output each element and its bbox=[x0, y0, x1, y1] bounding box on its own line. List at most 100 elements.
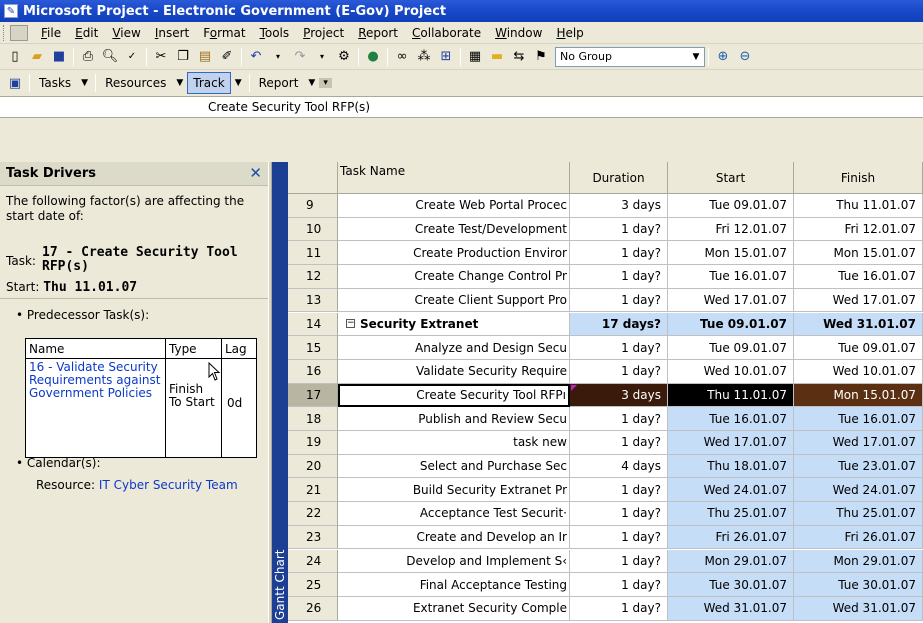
start-cell[interactable]: Wed 10.01.07 bbox=[668, 359, 794, 384]
row-id-cell[interactable]: 14 bbox=[288, 312, 338, 337]
collapse-icon[interactable]: − bbox=[346, 319, 355, 329]
menu-edit[interactable]: Edit bbox=[68, 22, 105, 44]
copy-icon[interactable]: ❐ bbox=[173, 47, 193, 67]
copy-picture-icon[interactable]: ⚑ bbox=[531, 47, 551, 67]
duration-cell[interactable]: 1 day? bbox=[570, 336, 668, 360]
zoom-in-icon[interactable]: ⊕ bbox=[713, 47, 733, 67]
chevron-down-icon[interactable]: ▼ bbox=[304, 78, 319, 88]
menu-file[interactable]: File bbox=[34, 22, 68, 44]
guide-report-button[interactable]: Report bbox=[253, 72, 305, 94]
table-row[interactable]: 13 Create Client Support Pro 1 day? Wed 17.… bbox=[288, 288, 923, 313]
col-start[interactable]: Start bbox=[668, 162, 794, 194]
print-preview-icon[interactable]: 🔍︎ bbox=[100, 47, 120, 67]
assign-resources-icon[interactable]: ● bbox=[363, 47, 383, 67]
row-id-cell[interactable]: 10 bbox=[288, 217, 338, 242]
table-row[interactable]: 17 Create Security Tool RFPı 3 days Thu 11.… bbox=[288, 383, 923, 408]
duration-cell[interactable]: 1 day? bbox=[570, 573, 668, 597]
finish-cell[interactable]: Mon 15.01.07 bbox=[794, 383, 923, 408]
chevron-down-icon[interactable]: ▼ bbox=[77, 78, 92, 88]
finish-cell[interactable]: Tue 09.01.07 bbox=[794, 336, 923, 360]
table-row[interactable]: 15 Analyze and Design Secu 1 day? Tue 09.01… bbox=[288, 336, 923, 360]
table-row[interactable]: 19 task new 1 day? Wed 17.01.07 Wed 17.01.07 bbox=[288, 431, 923, 455]
duration-cell[interactable]: 1 day? bbox=[570, 288, 668, 313]
save-icon[interactable]: ■ bbox=[49, 47, 69, 67]
insert-hyperlink-icon[interactable]: ⚙ bbox=[334, 47, 354, 67]
table-row[interactable]: 10 Create Test/Development 1 day? Fri 12.01… bbox=[288, 217, 923, 242]
paste-icon[interactable]: ▤ bbox=[195, 47, 215, 67]
duration-cell[interactable]: 1 day? bbox=[570, 407, 668, 431]
duration-cell[interactable]: 3 days bbox=[570, 194, 668, 218]
table-row[interactable]: 24 Develop and Implement S‹ 1 day? Mon 29.0… bbox=[288, 549, 923, 574]
table-row[interactable]: 16 Validate Security Require 1 day? Wed 10.… bbox=[288, 359, 923, 384]
start-cell[interactable]: Wed 24.01.07 bbox=[668, 478, 794, 503]
undo-icon[interactable]: ↶ bbox=[246, 47, 266, 67]
task-name-cell[interactable]: − Security Extranet bbox=[338, 312, 570, 337]
task-name-cell[interactable]: Create Web Portal Procec bbox=[338, 194, 570, 218]
split-task-icon[interactable]: ⊞ bbox=[436, 47, 456, 67]
project-guide-icon[interactable]: ▣ bbox=[5, 73, 25, 93]
start-cell[interactable]: Thu 25.01.07 bbox=[668, 502, 794, 526]
start-cell[interactable]: Tue 16.01.07 bbox=[668, 407, 794, 431]
finish-cell[interactable]: Tue 30.01.07 bbox=[794, 573, 923, 597]
guide-tasks-button[interactable]: Tasks bbox=[33, 72, 77, 94]
col-task-name[interactable]: Task Name bbox=[338, 162, 570, 194]
finish-cell[interactable]: Wed 31.01.07 bbox=[794, 312, 923, 337]
duration-cell[interactable]: 4 days bbox=[570, 454, 668, 479]
finish-cell[interactable]: Wed 31.01.07 bbox=[794, 596, 923, 621]
start-cell[interactable]: Fri 12.01.07 bbox=[668, 217, 794, 242]
unlink-tasks-icon[interactable]: ⁂ bbox=[414, 47, 434, 67]
finish-cell[interactable]: Tue 16.01.07 bbox=[794, 265, 923, 289]
task-name-cell[interactable]: Create Test/Development bbox=[338, 217, 570, 242]
duration-cell[interactable]: 1 day? bbox=[570, 596, 668, 621]
row-id-cell[interactable]: 11 bbox=[288, 241, 338, 266]
duration-cell[interactable]: 1 day? bbox=[570, 241, 668, 266]
link-tasks-icon[interactable]: ∞ bbox=[392, 47, 412, 67]
row-id-cell[interactable]: 9 bbox=[288, 194, 338, 218]
resource-link[interactable]: IT Cyber Security Team bbox=[99, 478, 238, 492]
table-row[interactable]: 11 Create Production Enviror 1 day? Mon 15.… bbox=[288, 241, 923, 266]
table-row[interactable]: 18 Publish and Review Secu 1 day? Tue 16.01… bbox=[288, 407, 923, 431]
finish-cell[interactable]: Fri 26.01.07 bbox=[794, 525, 923, 550]
guide-track-button[interactable]: Track bbox=[187, 72, 231, 94]
cut-icon[interactable]: ✂ bbox=[151, 47, 171, 67]
task-name-cell[interactable]: Validate Security Require bbox=[338, 359, 570, 384]
finish-cell[interactable]: Mon 15.01.07 bbox=[794, 241, 923, 266]
finish-cell[interactable]: Tue 16.01.07 bbox=[794, 407, 923, 431]
duration-cell[interactable]: 1 day? bbox=[570, 265, 668, 289]
start-cell[interactable]: Tue 09.01.07 bbox=[668, 194, 794, 218]
start-cell[interactable]: Thu 11.01.07 bbox=[668, 383, 794, 408]
menu-format[interactable]: Format bbox=[196, 22, 252, 44]
select-all-header[interactable] bbox=[288, 162, 338, 194]
menu-grip[interactable] bbox=[3, 24, 6, 41]
finish-cell[interactable]: Thu 25.01.07 bbox=[794, 502, 923, 526]
table-row[interactable]: 14 − Security Extranet 17 days? Tue 09.01.07… bbox=[288, 312, 923, 337]
duration-cell[interactable]: 1 day? bbox=[570, 502, 668, 526]
chevron-down-icon[interactable]: ▼ bbox=[172, 78, 187, 88]
start-cell[interactable]: Mon 29.01.07 bbox=[668, 549, 794, 574]
finish-cell[interactable]: Thu 11.01.07 bbox=[794, 194, 923, 218]
project-app-icon[interactable]: ✎ bbox=[4, 4, 18, 18]
duration-cell[interactable]: 3 days bbox=[570, 383, 668, 408]
row-id-cell[interactable]: 21 bbox=[288, 478, 338, 503]
menu-tools[interactable]: Tools bbox=[253, 22, 297, 44]
start-cell[interactable]: Thu 18.01.07 bbox=[668, 454, 794, 479]
chevron-down-icon[interactable]: ▼ bbox=[231, 78, 246, 88]
menu-report[interactable]: Report bbox=[351, 22, 405, 44]
guide-resources-button[interactable]: Resources bbox=[99, 72, 172, 94]
col-finish[interactable]: Finish bbox=[794, 162, 923, 194]
table-row[interactable]: 20 Select and Purchase Sec 4 days Thu 18.01… bbox=[288, 454, 923, 479]
open-icon[interactable]: ▰ bbox=[27, 47, 47, 67]
start-cell[interactable]: Fri 26.01.07 bbox=[668, 525, 794, 550]
menu-insert[interactable]: Insert bbox=[148, 22, 196, 44]
start-cell[interactable]: Tue 09.01.07 bbox=[668, 336, 794, 360]
task-drivers-icon[interactable]: ⇆ bbox=[509, 47, 529, 67]
task-information-icon[interactable]: ▦ bbox=[465, 47, 485, 67]
undo-dropdown-icon[interactable]: ▾ bbox=[268, 47, 288, 67]
duration-cell[interactable]: 1 day? bbox=[570, 549, 668, 574]
duration-cell[interactable]: 1 day? bbox=[570, 525, 668, 550]
close-icon[interactable]: ✕ bbox=[249, 164, 262, 182]
start-cell[interactable]: Wed 17.01.07 bbox=[668, 288, 794, 313]
view-bar[interactable]: Gantt Chart bbox=[272, 162, 288, 623]
table-row[interactable]: 25 Final Acceptance Testing 1 day? Tue 30.0… bbox=[288, 573, 923, 597]
task-name-cell[interactable]: Build Security Extranet Pr bbox=[338, 478, 570, 503]
